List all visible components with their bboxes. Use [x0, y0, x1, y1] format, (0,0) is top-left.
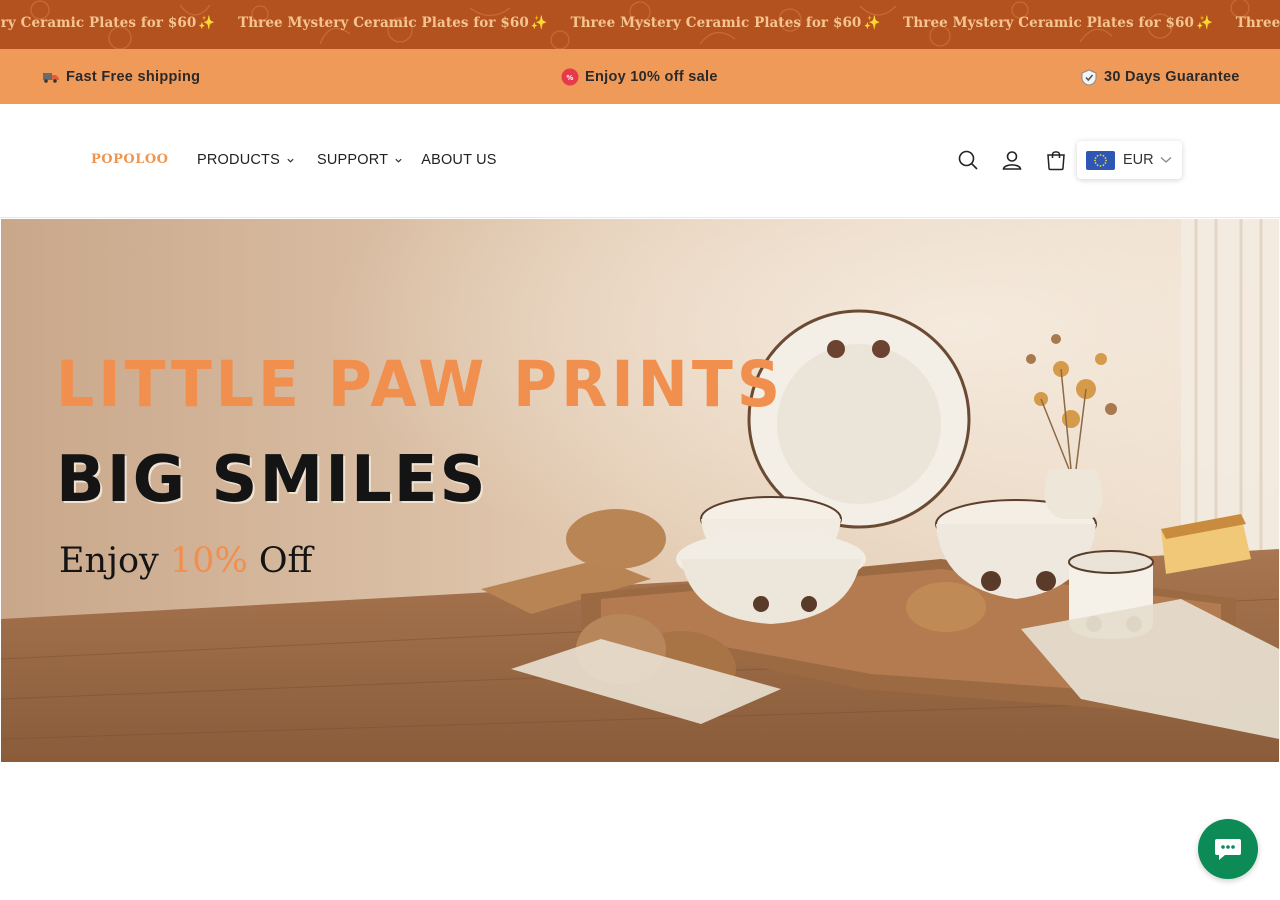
truck-icon — [42, 68, 60, 86]
nav-support[interactable]: SUPPORT — [317, 152, 403, 168]
marquee-item: Three Mystery Ceramic Plates for $60 ✨ — [238, 15, 548, 31]
announcement-marquee: ery Ceramic Plates for $60 ✨ Three Myster… — [0, 0, 1280, 49]
hero-offer-prefix: Enjoy — [59, 541, 170, 581]
currency-label: EUR — [1123, 152, 1154, 168]
chevron-down-icon — [395, 158, 402, 163]
hero-offer-accent: 10% — [169, 541, 248, 581]
shield-check-icon — [1080, 68, 1098, 86]
marquee-item: Three Mystery Ceramic Plates for $60 ✨ — [570, 15, 881, 31]
cart-icon[interactable] — [1044, 148, 1068, 172]
main-nav: PRODUCTS SUPPORT ABOUT US — [197, 152, 497, 168]
chat-icon — [1215, 839, 1241, 860]
shipping-info: Fast Free shipping — [42, 68, 200, 86]
site-header: POPOLOO PRODUCTS SUPPORT ABOUT US EUR — [0, 104, 1280, 218]
marquee-item: Three Mystery Ceramic Plates for $60 ✨ — [903, 15, 1213, 31]
sale-label: Enjoy 10% off sale — [585, 69, 718, 85]
nav-support-label: SUPPORT — [316, 152, 389, 168]
eu-flag-icon — [1086, 150, 1115, 170]
chevron-down-icon — [1160, 157, 1172, 163]
logo[interactable]: POPOLOO — [91, 152, 169, 167]
marquee-track: ery Ceramic Plates for $60 ✨ Three Myster… — [0, 15, 1280, 31]
search-icon[interactable] — [956, 148, 980, 172]
discount-badge-icon: % — [561, 68, 579, 86]
chevron-down-icon — [287, 158, 294, 163]
nav-products[interactable]: PRODUCTS — [197, 152, 295, 168]
guarantee-label: 30 Days Guarantee — [1104, 69, 1240, 85]
hero-offer-suffix: Off — [247, 541, 313, 581]
hero-subheadline: BIG SMILES — [56, 443, 488, 517]
marquee-item: Three Mystery Ceramic Plates for $6 — [1235, 15, 1280, 31]
shipping-label: Fast Free shipping — [66, 69, 201, 85]
account-icon[interactable] — [1000, 148, 1024, 172]
guarantee-info: 30 Days Guarantee — [1080, 68, 1240, 86]
hero-offer: Enjoy 10% Off — [59, 541, 312, 581]
info-bar: Fast Free shipping % Enjoy 10% off sale … — [0, 49, 1280, 104]
header-icons — [956, 148, 1088, 172]
currency-selector[interactable]: EUR — [1077, 141, 1182, 179]
nav-products-label: PRODUCTS — [197, 152, 280, 168]
marquee-item: ery Ceramic Plates for $60 ✨ — [0, 15, 216, 31]
svg-text:%: % — [566, 74, 573, 82]
nav-about-label: ABOUT US — [421, 152, 497, 168]
hero-banner[interactable]: LITTLE PAW PRINTS BIG SMILES Enjoy 10% O… — [1, 219, 1279, 762]
nav-about[interactable]: ABOUT US — [421, 152, 496, 168]
chat-button[interactable] — [1198, 819, 1258, 879]
hero-headline: LITTLE PAW PRINTS — [56, 348, 785, 422]
sale-info: % Enjoy 10% off sale — [561, 68, 718, 86]
